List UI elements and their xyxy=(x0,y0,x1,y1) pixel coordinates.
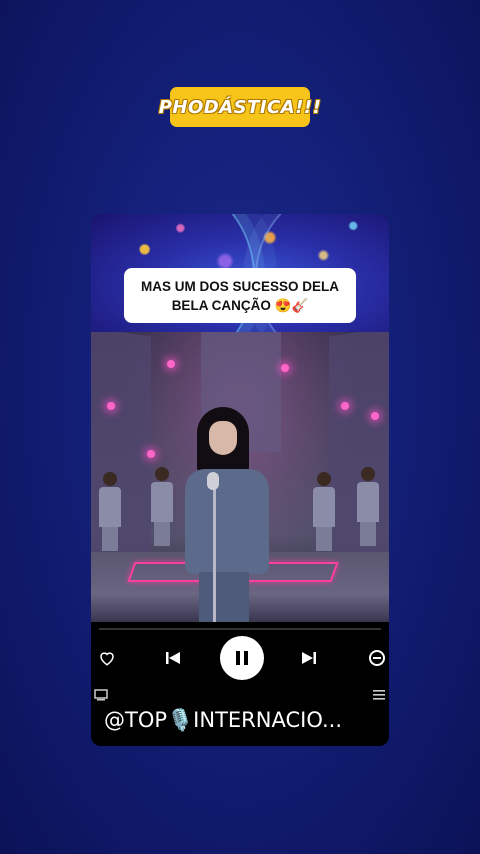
band-member xyxy=(151,467,173,547)
band-member xyxy=(313,472,335,552)
video-card[interactable]: MAS UM DOS SUCESSO DELA BELA CANÇÃO 😍🎸 @… xyxy=(91,214,389,746)
stage-light xyxy=(107,402,115,410)
caption-line-1: MAS UM DOS SUCESSO DELA xyxy=(140,278,340,294)
microphone xyxy=(207,472,219,490)
previous-icon[interactable] xyxy=(161,646,185,670)
pause-icon xyxy=(236,651,248,665)
stage-light xyxy=(167,360,175,368)
caption-line-2: BELA CANÇÃO 😍🎸 xyxy=(171,297,309,313)
heart-icon[interactable] xyxy=(95,646,119,670)
stage-light xyxy=(281,364,289,372)
mic-stand xyxy=(213,482,216,622)
video-frame[interactable] xyxy=(91,332,389,622)
singer xyxy=(179,407,279,622)
stage-light xyxy=(147,450,155,458)
menu-icon[interactable] xyxy=(371,688,387,702)
band-member xyxy=(99,472,121,552)
band-member xyxy=(357,467,379,547)
stage-light xyxy=(341,402,349,410)
pause-button[interactable] xyxy=(220,636,264,680)
title-badge-text: PHODÁSTICA!!! xyxy=(158,96,322,118)
caption-box: MAS UM DOS SUCESSO DELA BELA CANÇÃO 😍🎸 xyxy=(124,268,356,323)
title-badge: PHODÁSTICA!!! xyxy=(159,87,321,127)
progress-bar[interactable] xyxy=(99,628,381,630)
next-icon[interactable] xyxy=(297,646,321,670)
account-handle[interactable]: @TOP🎙️INTERNACIO... xyxy=(104,704,376,736)
stage-light xyxy=(371,412,379,420)
cast-icon[interactable] xyxy=(93,688,109,702)
minus-circle-icon[interactable] xyxy=(365,646,389,670)
player-controls: @TOP🎙️INTERNACIO... xyxy=(91,622,389,746)
